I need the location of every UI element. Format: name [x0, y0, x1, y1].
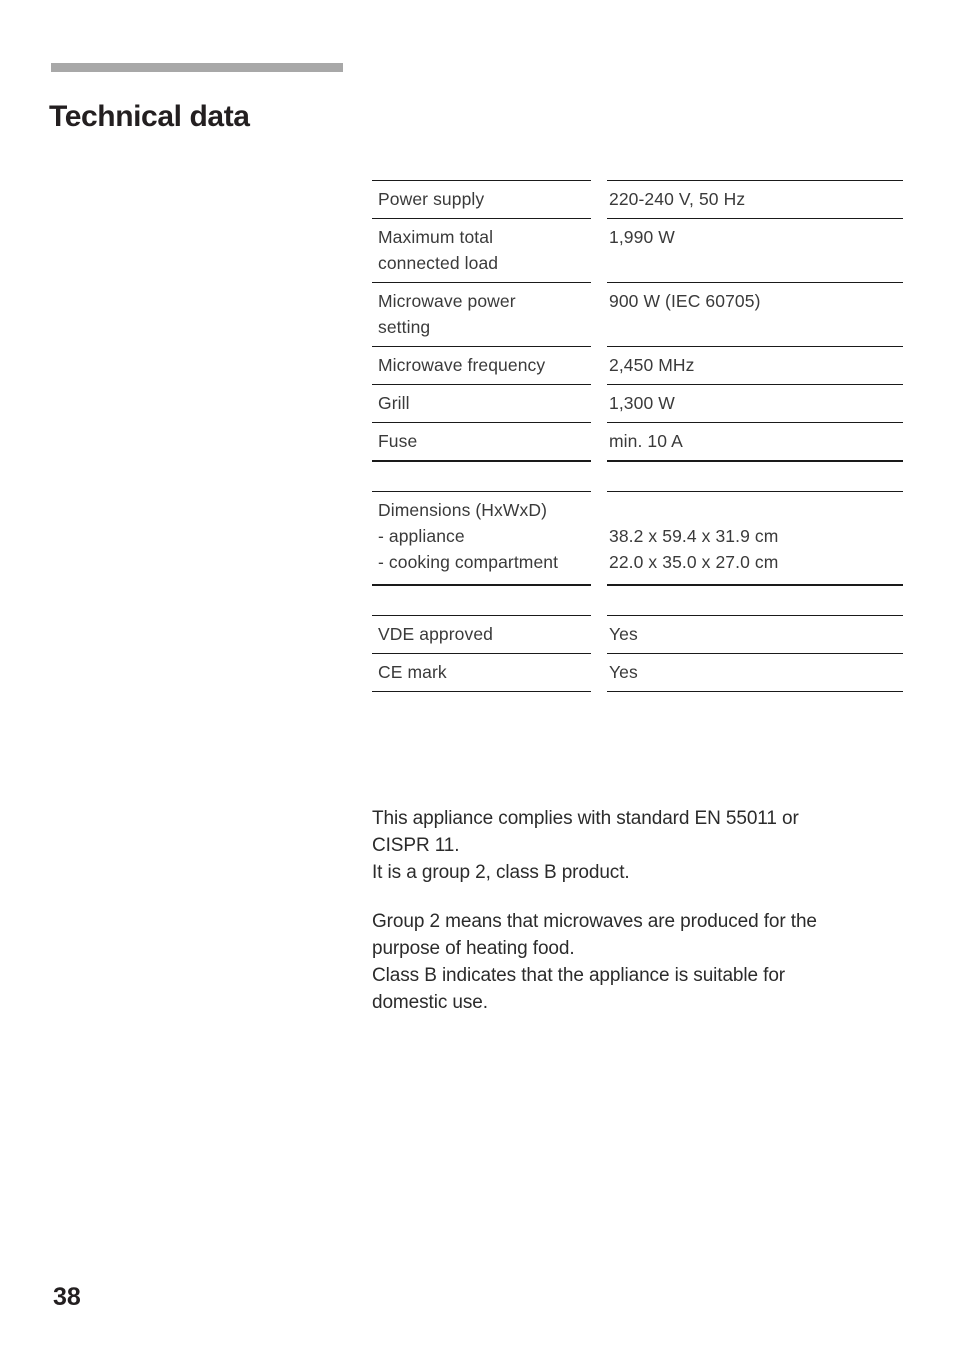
table-row: Power supply 220-240 V, 50 Hz — [372, 180, 903, 218]
spec-value: min. 10 A — [607, 422, 903, 461]
note-line: This appliance complies with standard EN… — [372, 808, 799, 829]
technical-data-table: Power supply 220-240 V, 50 Hz Maximum to… — [372, 180, 903, 692]
note-line: CISPR 11. — [372, 835, 460, 856]
dimensions-cavity-label: - cooking compartment — [378, 552, 559, 572]
spacer-cell — [607, 461, 903, 491]
note-line: It is a group 2, class B product. — [372, 862, 630, 883]
table-row: VDE approved Yes — [372, 615, 903, 653]
spacer-cell — [372, 585, 591, 615]
spec-label: Grill — [372, 384, 591, 422]
title-accent-bar — [51, 63, 343, 72]
compliance-paragraph-2: Group 2 means that microwaves are produc… — [372, 908, 907, 1016]
page-title: Technical data — [49, 100, 250, 134]
compliance-notes: This appliance complies with standard EN… — [372, 805, 907, 1016]
note-line: Group 2 means that microwaves are produc… — [372, 911, 817, 932]
dimensions-heading-spacer — [609, 497, 899, 523]
spec-label: Dimensions (HxWxD) - appliance - cooking… — [372, 491, 591, 585]
spec-value: 38.2 x 59.4 x 31.9 cm 22.0 x 35.0 x 27.0… — [607, 491, 903, 585]
spec-label: Fuse — [372, 422, 591, 461]
spacer-cell — [607, 585, 903, 615]
spec-label: Microwave power setting — [372, 282, 591, 346]
spacer-cell — [372, 461, 591, 491]
spec-value: 900 W (IEC 60705) — [607, 282, 903, 346]
dimensions-cavity-value: 22.0 x 35.0 x 27.0 cm — [609, 552, 779, 572]
spec-label-line: Maximum total — [378, 227, 494, 247]
spec-label-line: Microwave power — [378, 291, 516, 311]
note-line: Class B indicates that the appliance is … — [372, 965, 786, 986]
spec-label: Maximum total connected load — [372, 218, 591, 282]
compliance-paragraph-1: This appliance complies with standard EN… — [372, 805, 907, 886]
spec-label: Power supply — [372, 180, 591, 218]
spec-label-line: connected load — [378, 253, 499, 273]
spec-label: VDE approved — [372, 615, 591, 653]
spec-label: Microwave frequency — [372, 346, 591, 384]
spec-value: Yes — [607, 653, 903, 692]
spec-value: 1,300 W — [607, 384, 903, 422]
table-row-dimensions: Dimensions (HxWxD) - appliance - cooking… — [372, 491, 903, 585]
note-line: purpose of heating food. — [372, 938, 575, 959]
note-line: domestic use. — [372, 992, 488, 1013]
spec-value: 2,450 MHz — [607, 346, 903, 384]
table-row: Maximum total connected load 1,990 W — [372, 218, 903, 282]
spec-label: CE mark — [372, 653, 591, 692]
dimensions-appliance-label: - appliance — [378, 526, 465, 546]
table-row: Microwave power setting 900 W (IEC 60705… — [372, 282, 903, 346]
dimensions-heading: Dimensions (HxWxD) — [378, 500, 548, 520]
spec-value: 1,990 W — [607, 218, 903, 282]
page-number: 38 — [53, 1283, 81, 1311]
table-row: Grill 1,300 W — [372, 384, 903, 422]
table-spacer-row — [372, 585, 903, 615]
table-row: Microwave frequency 2,450 MHz — [372, 346, 903, 384]
table-spacer-row — [372, 461, 903, 491]
spec-value: Yes — [607, 615, 903, 653]
dimensions-appliance-value: 38.2 x 59.4 x 31.9 cm — [609, 526, 779, 546]
table-row: CE mark Yes — [372, 653, 903, 692]
spec-value: 220-240 V, 50 Hz — [607, 180, 903, 218]
spec-label-line: setting — [378, 317, 431, 337]
table-row: Fuse min. 10 A — [372, 422, 903, 461]
